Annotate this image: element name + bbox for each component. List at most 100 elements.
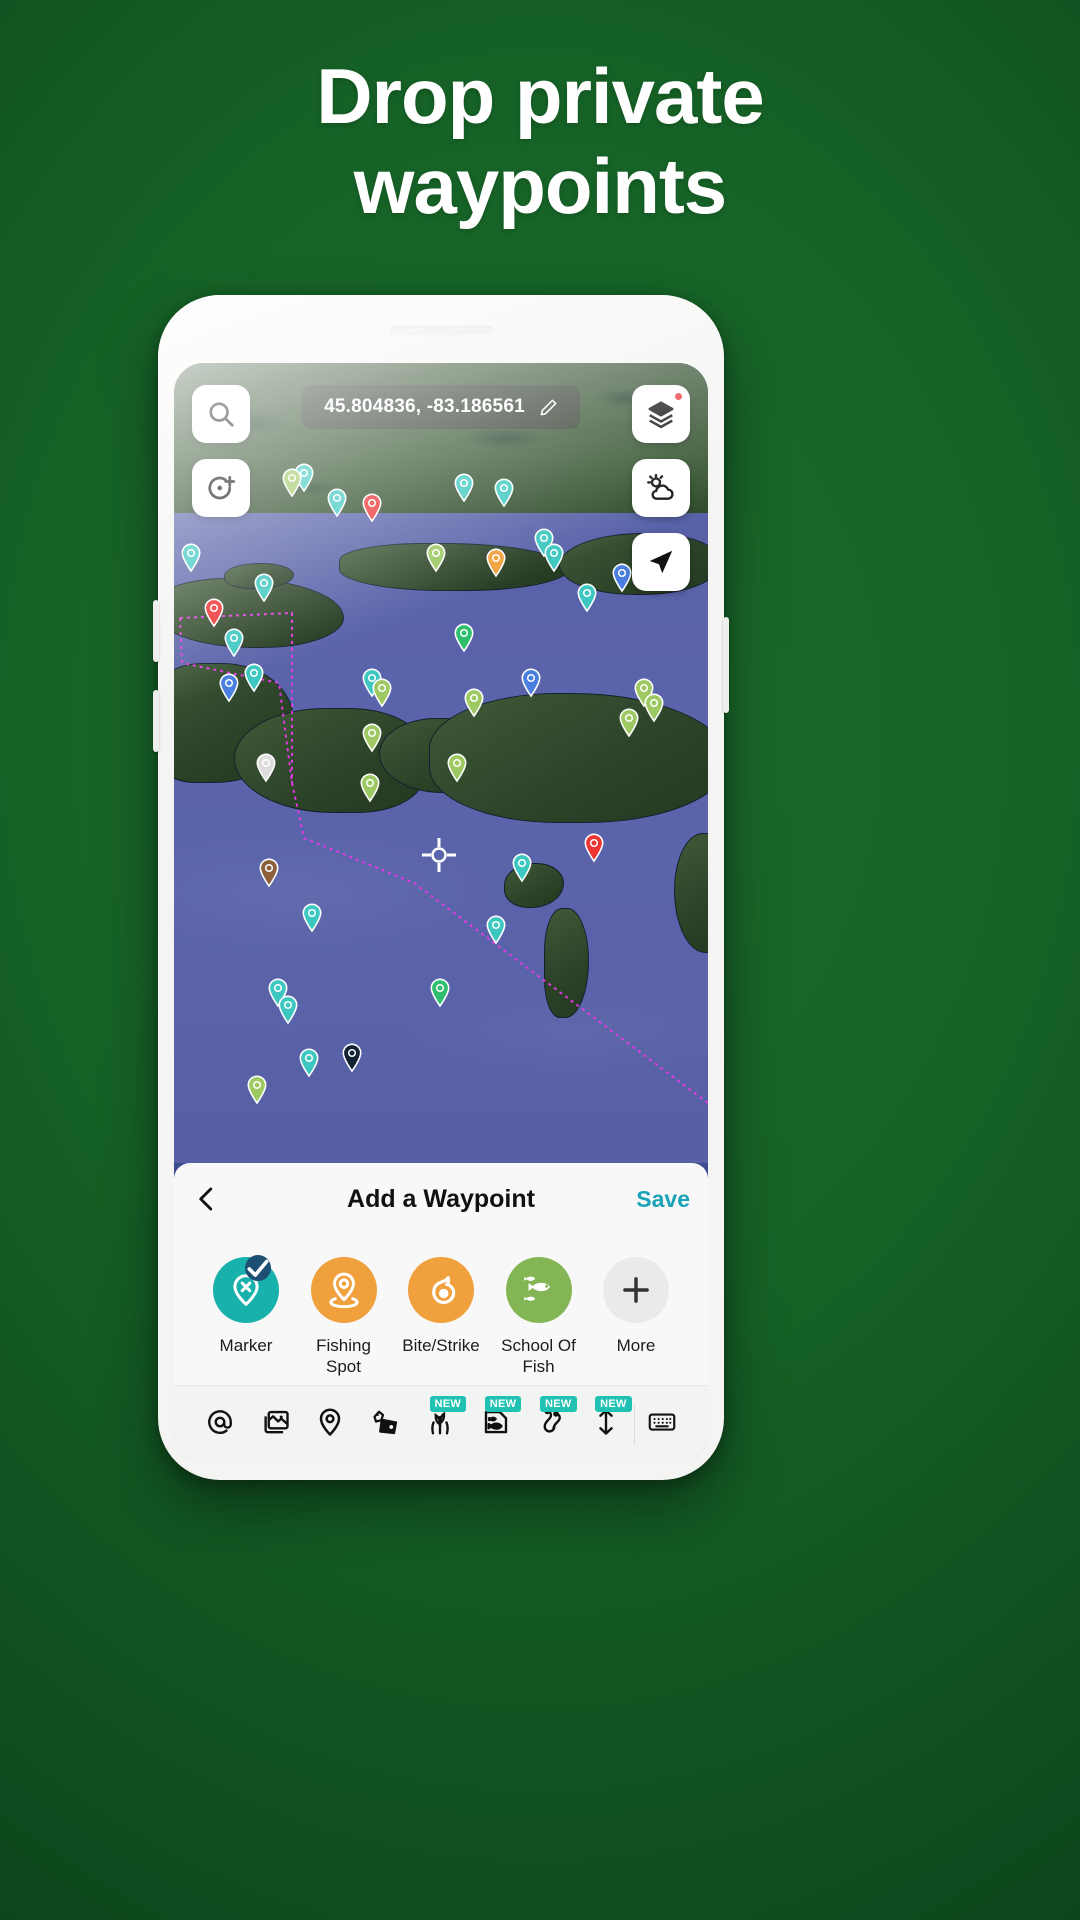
compose-toolbar[interactable]: NEW NEW NEW NEW [174,1385,708,1463]
mention-icon [205,1407,235,1442]
waypoint-type-bite-strike[interactable]: Bite/Strike [395,1257,487,1356]
map-pin[interactable] [611,563,633,593]
save-button[interactable]: Save [636,1186,690,1213]
map-pin[interactable] [493,478,515,508]
toolbar-weeds-button[interactable]: NEW [413,1386,468,1463]
toolbar-mention-button[interactable] [192,1386,247,1463]
page-title: Drop private waypoints [0,52,1080,231]
layers-icon [648,401,674,429]
map-pin[interactable] [463,688,485,718]
map-pin[interactable] [361,723,383,753]
map-pin[interactable] [485,915,507,945]
map-pin[interactable] [203,598,225,628]
location-pin-icon [315,1407,345,1442]
headline-line-1: Drop private [316,52,764,140]
pencil-icon[interactable] [539,398,558,417]
waypoint-type-row[interactable]: Marker Fishing Spot Bite/Strike School Of Fi… [174,1235,708,1378]
map-pin[interactable] [359,773,381,803]
map-pin[interactable] [246,1075,268,1105]
layers-button[interactable] [632,385,690,443]
sheet-title: Add a Waypoint [347,1184,535,1213]
new-badge: NEW [429,1396,467,1412]
earpiece-speaker [389,326,493,335]
toolbar-bottom-type-button[interactable]: NEW [468,1386,523,1463]
map-pin[interactable] [326,488,348,518]
map-pin[interactable] [298,1048,320,1078]
weather-button[interactable] [632,459,690,517]
map-pin[interactable] [277,995,299,1025]
map-pin[interactable] [643,693,665,723]
map-pin[interactable] [425,543,447,573]
volume-up-button[interactable] [153,600,159,662]
phone-mockup: 45.804836, -83.186561 Add a Waypoint Sav… [153,295,729,1480]
navigate-icon [649,550,673,574]
map-pin[interactable] [485,548,507,578]
map-pin[interactable] [453,473,475,503]
fishing-spot-icon [310,1257,377,1323]
keyboard-icon [647,1407,677,1442]
map-pin[interactable] [258,858,280,888]
weeds-icon [425,1407,455,1442]
toolbar-photo-button[interactable] [247,1386,302,1463]
crosshair-icon [422,838,456,872]
toolbar-keyboard-button[interactable] [635,1386,690,1463]
map-pin[interactable] [583,833,605,863]
waypoint-type-label: More [616,1336,656,1355]
navigate-button[interactable] [632,533,690,591]
waypoint-type-more[interactable]: More [590,1257,682,1356]
map-pin[interactable] [341,1043,363,1073]
bite-strike-icon [408,1257,474,1323]
waypoint-type-school-of-fish[interactable]: School Of Fish [493,1257,585,1378]
map-pin[interactable] [543,543,565,573]
waypoint-type-marker[interactable]: Marker [200,1255,292,1356]
waypoint-type-label: Bite/Strike [402,1336,480,1355]
search-button[interactable] [192,385,250,443]
school-fish-icon [505,1257,572,1323]
map-pin[interactable] [520,668,542,698]
map-pin[interactable] [511,853,533,883]
map-pin[interactable] [218,673,240,703]
map-canvas[interactable]: 45.804836, -83.186561 [174,363,708,1163]
plus-icon [603,1257,669,1323]
search-icon [209,402,234,427]
toolbar-depth-button[interactable]: NEW [579,1386,634,1463]
photo-icon [260,1407,290,1442]
map-pin[interactable] [618,708,640,738]
new-badge: NEW [484,1396,522,1412]
weather-icon [647,473,674,500]
headline-line-2: waypoints [353,141,727,230]
map-pin[interactable] [446,753,468,783]
map-pin[interactable] [576,583,598,613]
add-waypoint-sheet: Add a Waypoint Save Marker Fishing Spot Bi… [174,1163,708,1463]
coordinate-value: 45.804836, -83.186561 [324,396,525,417]
depth-icon [591,1407,621,1442]
toolbar-lure-button[interactable]: NEW [523,1386,578,1463]
waypoint-type-label: Fishing Spot [316,1336,371,1377]
map-pin[interactable] [253,573,275,603]
volume-down-button[interactable] [153,690,159,752]
lure-icon [536,1407,566,1442]
add-waypoint-button[interactable] [192,459,250,517]
map-pin-layer[interactable] [174,363,708,1163]
toolbar-location-pin-button[interactable] [302,1386,357,1463]
map-pin[interactable] [243,663,265,693]
power-button[interactable] [723,617,729,713]
map-pin[interactable] [180,543,202,573]
new-badge: NEW [595,1396,632,1412]
coordinate-bar[interactable]: 45.804836, -83.186561 [302,385,580,429]
back-button[interactable] [192,1184,222,1214]
waypoint-type-fishing-spot[interactable]: Fishing Spot [298,1257,390,1378]
waypoint-type-label: Marker [219,1336,273,1355]
map-pin[interactable] [429,978,451,1008]
map-pin[interactable] [453,623,475,653]
map-pin[interactable] [255,753,277,783]
map-pin[interactable] [361,493,383,523]
map-pin[interactable] [301,903,323,933]
map-pin[interactable] [223,628,245,658]
marker-pin-icon [213,1255,279,1323]
map-pin[interactable] [371,678,393,708]
sheet-header: Add a Waypoint Save [174,1163,708,1235]
bottom-type-icon [481,1407,511,1442]
toolbar-catch-tag-button[interactable] [358,1386,413,1463]
map-pin[interactable] [281,468,303,498]
